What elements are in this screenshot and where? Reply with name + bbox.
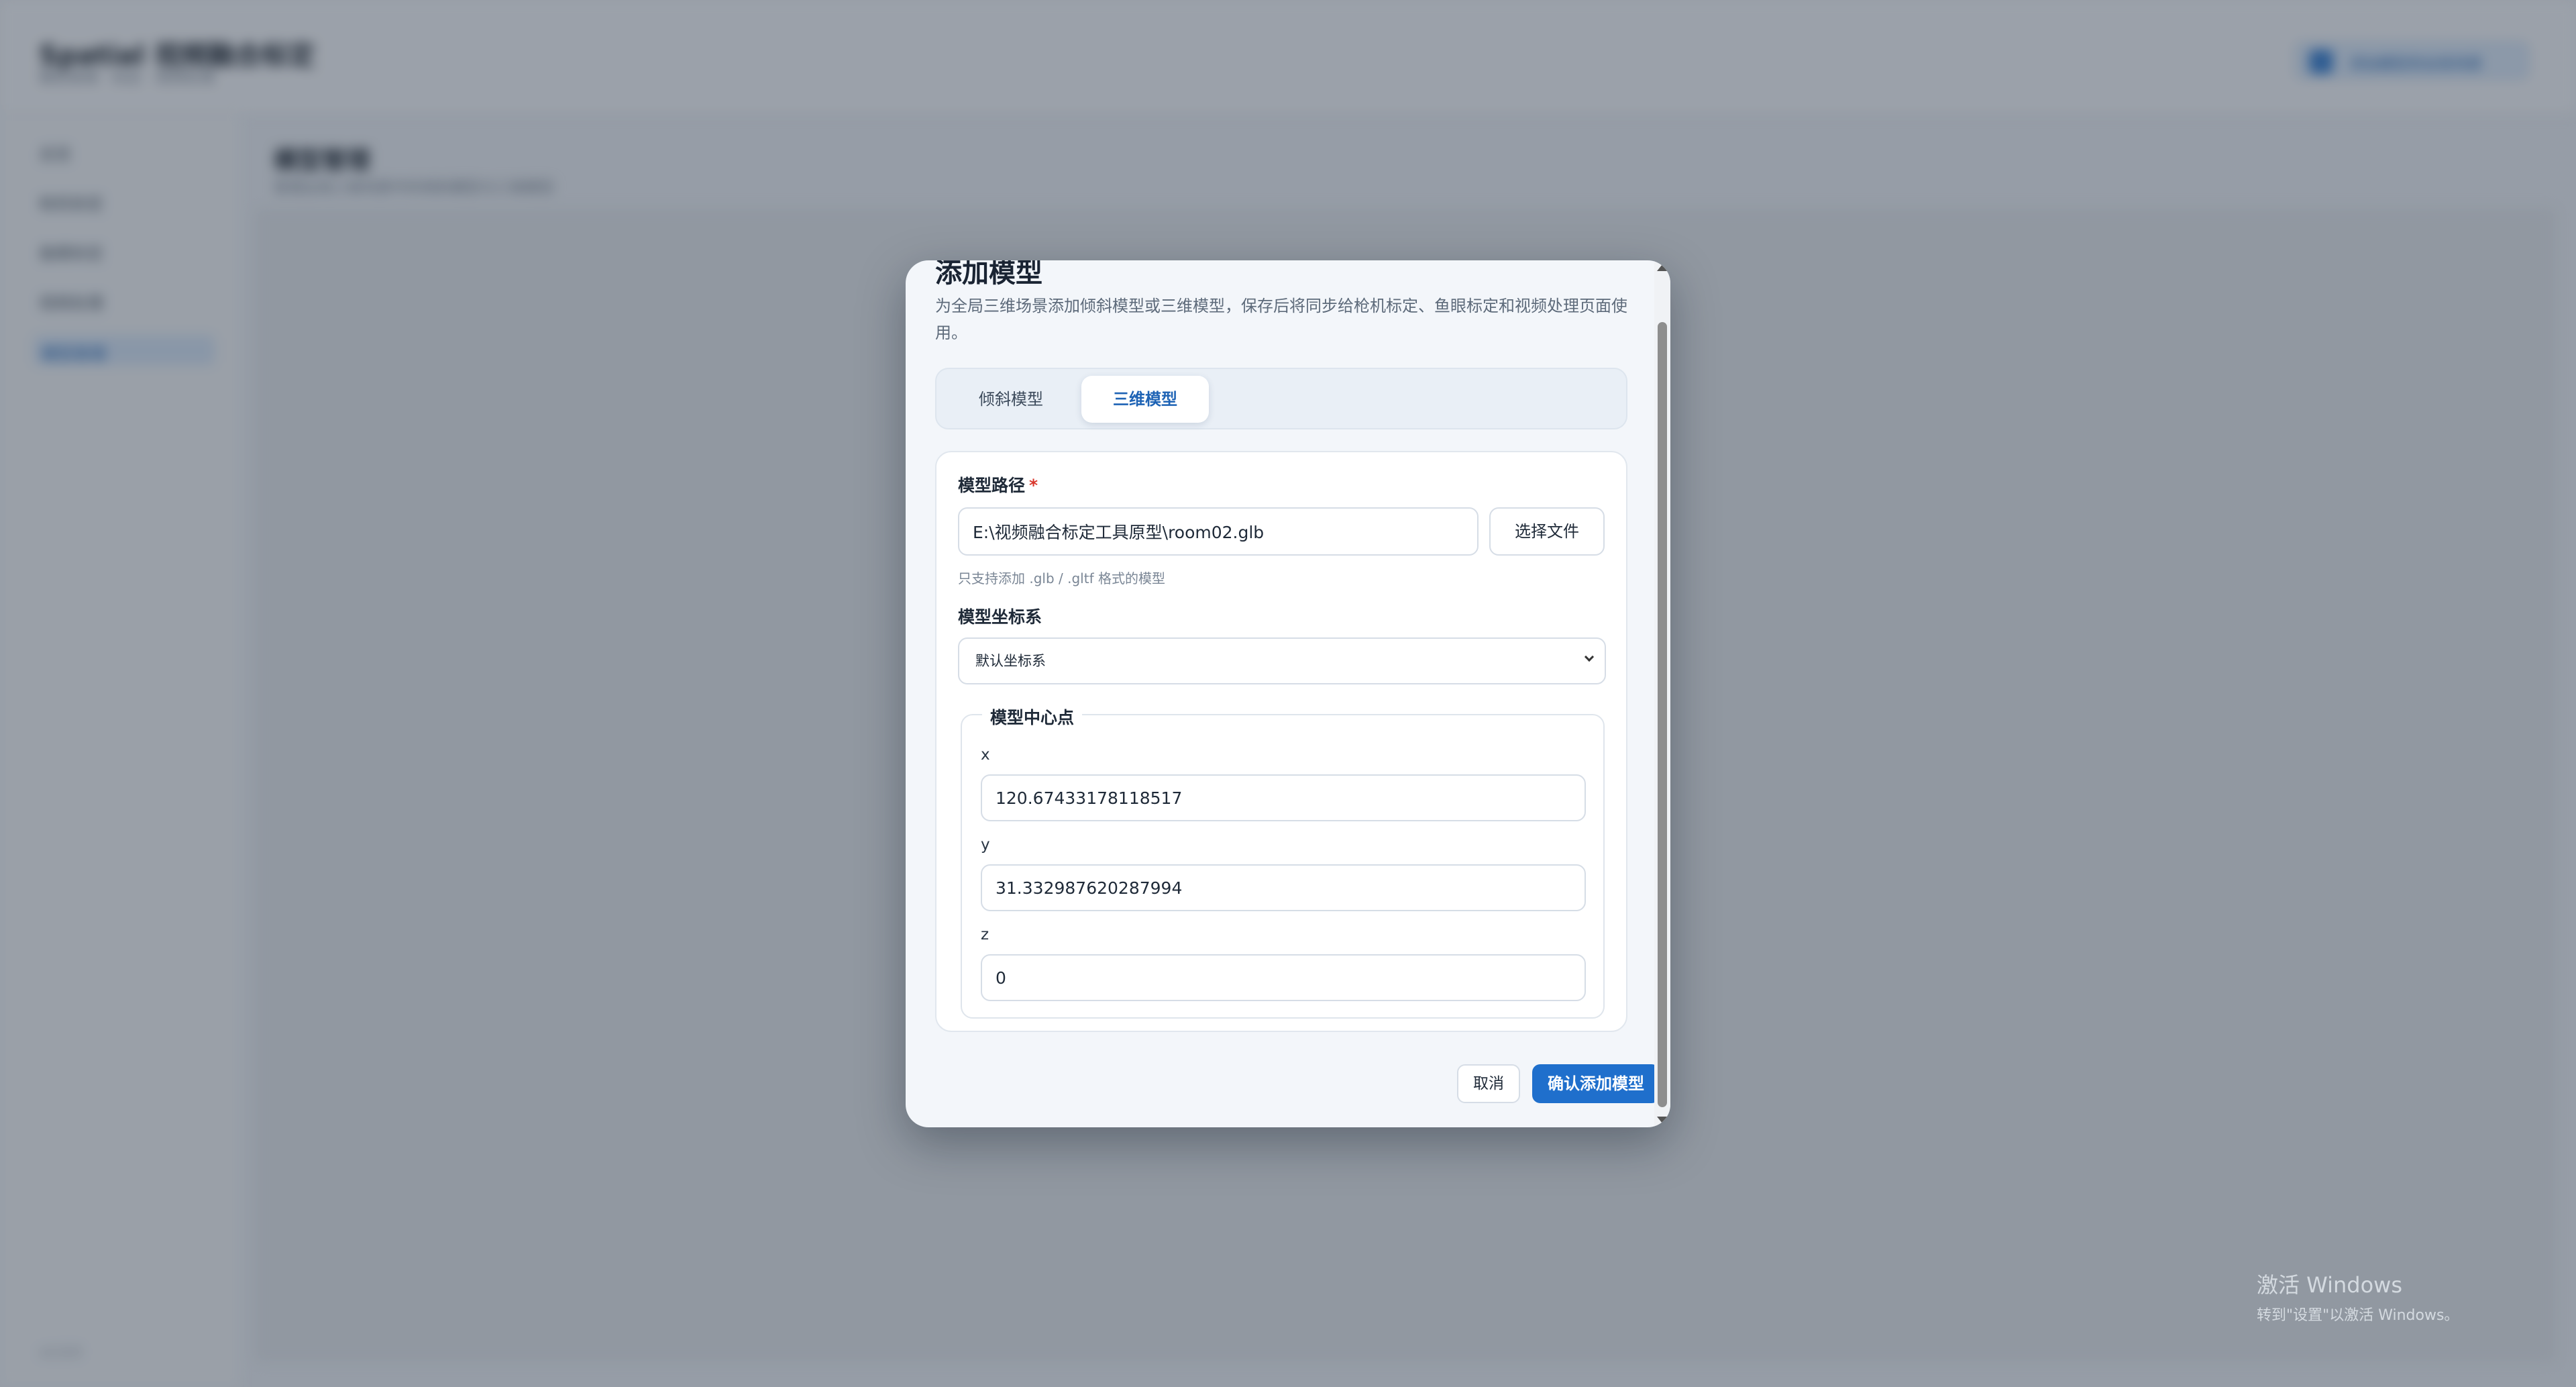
y-input[interactable]: [981, 864, 1586, 911]
x-label: x: [981, 746, 990, 764]
required-mark: *: [1029, 476, 1038, 495]
chevron-down-icon: [1584, 652, 1595, 662]
center-point-fieldset: 模型中心点 x y z: [961, 705, 1605, 1019]
coordinate-system-value: 默认坐标系: [975, 653, 1046, 669]
model-path-input[interactable]: [958, 507, 1479, 556]
confirm-add-model-button[interactable]: 确认添加模型: [1532, 1064, 1660, 1103]
scrollbar-thumb[interactable]: [1658, 322, 1667, 1107]
tab-oblique-model[interactable]: 倾斜模型: [947, 376, 1075, 423]
center-point-legend: 模型中心点: [982, 705, 1083, 729]
x-input[interactable]: [981, 774, 1586, 821]
model-path-label-text: 模型路径: [958, 476, 1026, 495]
model-path-label: 模型路径 *: [958, 472, 1038, 497]
choose-file-button[interactable]: 选择文件: [1489, 507, 1605, 556]
add-model-dialog: 添加模型 为全局三维场景添加倾斜模型或三维模型，保存后将同步给枪机标定、鱼眼标定…: [906, 260, 1670, 1127]
dialog-title: 添加模型: [935, 260, 1042, 289]
z-input[interactable]: [981, 954, 1586, 1001]
z-label: z: [981, 926, 989, 943]
scroll-down-arrow-icon[interactable]: [1657, 1117, 1668, 1123]
coordinate-system-label: 模型坐标系: [958, 607, 1042, 627]
scroll-up-arrow-icon[interactable]: [1657, 264, 1668, 271]
dialog-description: 为全局三维场景添加倾斜模型或三维模型，保存后将同步给枪机标定、鱼眼标定和视频处理…: [935, 297, 1627, 342]
cancel-button[interactable]: 取消: [1457, 1064, 1520, 1103]
model-form: 模型路径* 选择文件 只支持添加 .glb / .gltf 格式的模型 模型坐标…: [935, 451, 1627, 1032]
y-label: y: [981, 836, 990, 854]
tab-3d-model[interactable]: 三维模型: [1081, 376, 1209, 423]
dialog-scrollbar[interactable]: [1654, 260, 1670, 1127]
watermark-subtitle: 转到"设置"以激活 Windows。: [2257, 1307, 2459, 1324]
watermark-title: 激活 Windows: [2257, 1272, 2403, 1298]
dialog-content: 添加模型 为全局三维场景添加倾斜模型或三维模型，保存后将同步给枪机标定、鱼眼标定…: [935, 260, 1660, 1127]
coordinate-system-select[interactable]: 默认坐标系: [958, 637, 1606, 684]
windows-activation-watermark: 激活 Windows 转到"设置"以激活 Windows。: [2257, 1268, 2459, 1325]
model-type-tabs: 倾斜模型 三维模型: [935, 368, 1627, 429]
model-path-hint: 只支持添加 .glb / .gltf 格式的模型: [958, 570, 1165, 586]
